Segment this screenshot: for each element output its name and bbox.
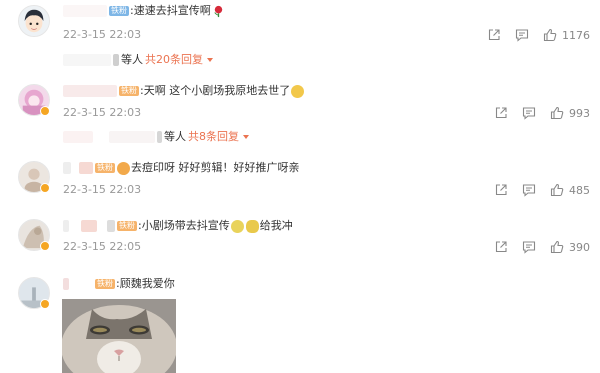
blurred-username[interactable]: [63, 85, 117, 97]
thumbs-up-icon: [550, 183, 564, 197]
blurred-username: [63, 131, 93, 143]
reply-summary[interactable]: 等人 共20条回复: [63, 51, 213, 69]
rose-emoji-icon: [214, 5, 222, 17]
avatar[interactable]: [18, 5, 50, 37]
blurred-username[interactable]: [79, 162, 93, 174]
reply-users-suffix: 等人: [164, 130, 186, 143]
blurred-username: [63, 54, 111, 66]
comment-icon: [522, 184, 536, 197]
blurred-username[interactable]: [81, 220, 97, 232]
comment-actions: 993: [480, 106, 590, 120]
fan-badge: 铁粉: [95, 279, 115, 289]
like-button[interactable]: 390: [550, 240, 590, 254]
reply-users-suffix: 等人: [121, 53, 143, 66]
blurred-username[interactable]: [63, 220, 69, 232]
comment-time: 22-3-15 22:03: [63, 106, 142, 119]
comment-text: :顾魏我爱你: [116, 277, 175, 290]
like-button[interactable]: 485: [550, 183, 590, 197]
cat-photo-icon: [62, 299, 176, 373]
verified-badge-icon: [40, 106, 50, 116]
share-button[interactable]: [494, 183, 508, 197]
comment-actions: 1176: [473, 28, 590, 42]
verified-badge-icon: [40, 241, 50, 251]
verified-badge-icon: [40, 299, 50, 309]
avatar-boy-icon: [19, 6, 49, 36]
share-button[interactable]: [494, 106, 508, 120]
like-count: 390: [569, 240, 590, 254]
fan-badge: 铁粉: [117, 221, 137, 231]
comment-button[interactable]: [522, 240, 536, 254]
comment-text-line: 铁粉 :速速去抖宣传啊: [63, 4, 225, 18]
fist-emoji-icon: [245, 219, 259, 233]
fan-badge: 铁粉: [119, 86, 139, 96]
comment-time: 22-3-15 22:03: [63, 183, 142, 196]
blurred-username: [109, 131, 155, 143]
comment-text: :速速去抖宣传啊: [130, 4, 211, 17]
blurred-username[interactable]: [63, 278, 69, 290]
thumbs-up-icon: [550, 106, 564, 120]
view-replies-link[interactable]: 共8条回复: [188, 128, 239, 146]
share-icon: [488, 29, 500, 41]
like-count: 993: [569, 106, 590, 120]
fan-badge: 铁粉: [95, 163, 115, 173]
comment-icon: [522, 241, 536, 254]
like-count: 1176: [562, 28, 590, 42]
blurred-username[interactable]: [63, 5, 107, 17]
sob-emoji-icon: [291, 84, 305, 98]
comment-actions: 390: [480, 240, 590, 254]
share-icon: [495, 107, 507, 119]
comment-text-line: 铁粉 :小剧场带去抖宣传 给我冲: [63, 219, 293, 233]
thumbs-up-icon: [550, 240, 564, 254]
chevron-down-icon: [207, 58, 213, 62]
share-icon: [495, 184, 507, 196]
fan-badge: 铁粉: [109, 6, 129, 16]
comment-actions: 485: [480, 183, 590, 197]
comment-button[interactable]: [522, 183, 536, 197]
comment-text-line: 铁粉 :顾魏我爱你: [63, 277, 175, 291]
comment-text-suffix: 给我冲: [259, 219, 293, 232]
view-replies-link[interactable]: 共20条回复: [145, 51, 203, 69]
comment-image[interactable]: [62, 299, 176, 373]
like-button[interactable]: 1176: [543, 28, 590, 42]
like-button[interactable]: 993: [550, 106, 590, 120]
comment-text: 去痘印呀 好好剪辑！好好推广呀亲: [131, 161, 300, 174]
blurred-username: [113, 54, 119, 66]
comment-time: 22-3-15 22:03: [63, 28, 142, 41]
comment-icon: [522, 107, 536, 120]
comment-button[interactable]: [522, 106, 536, 120]
reply-summary[interactable]: 等人 共8条回复: [63, 128, 249, 146]
blurred-username[interactable]: [63, 162, 71, 174]
comment-text-line: 铁粉 :天啊 这个小剧场我原地去世了: [63, 84, 305, 98]
comment-text: :天啊 这个小剧场我原地去世了: [140, 84, 291, 97]
thumbs-up-icon: [543, 28, 557, 42]
comment-button[interactable]: [515, 28, 529, 42]
comment-icon: [515, 29, 529, 42]
like-count: 485: [569, 183, 590, 197]
comment-time: 22-3-15 22:05: [63, 240, 142, 253]
comment-text: :小剧场带去抖宣传: [138, 219, 230, 232]
verified-badge-icon: [40, 183, 50, 193]
blurred-username: [157, 131, 162, 143]
chevron-down-icon: [243, 135, 249, 139]
laughing-emoji-icon: [230, 219, 244, 233]
comment-text-line: 铁粉 去痘印呀 好好剪辑！好好推广呀亲: [63, 161, 300, 175]
share-icon: [495, 241, 507, 253]
share-button[interactable]: [487, 28, 501, 42]
blurred-username[interactable]: [107, 220, 115, 232]
share-button[interactable]: [494, 240, 508, 254]
flower-emoji-icon: [117, 161, 130, 175]
